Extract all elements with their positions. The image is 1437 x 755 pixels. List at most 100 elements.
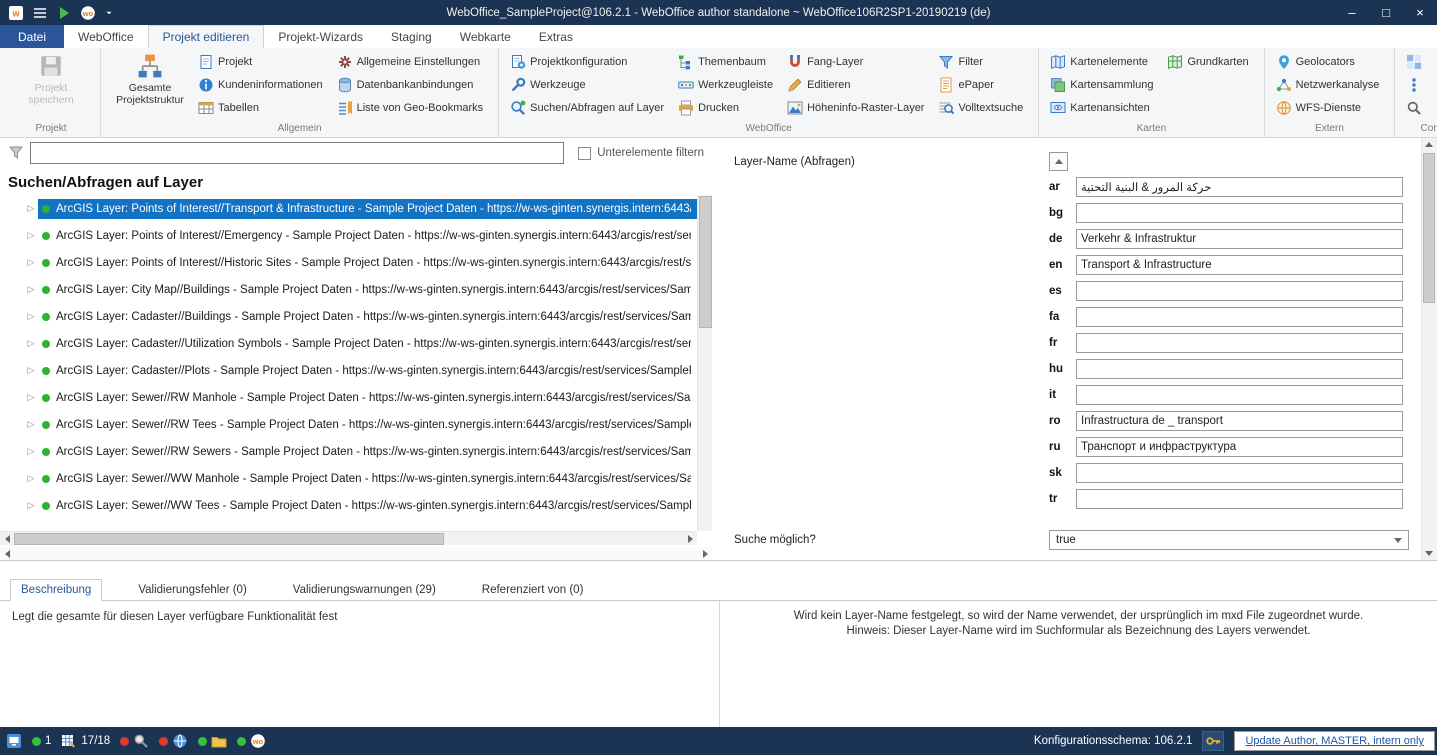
tree-item[interactable]: ▷ArcGIS Layer: Cadaster//Plots - Sample …	[0, 357, 697, 384]
ribbon-button-geolocators[interactable]: Geolocators	[1274, 50, 1386, 73]
tree-item[interactable]: ▷ArcGIS Layer: Cadaster//Utilization Sym…	[0, 330, 697, 357]
scroll-left-icon[interactable]	[0, 547, 14, 560]
language-input-bg[interactable]	[1076, 203, 1403, 223]
ribbon-button-themenbaum[interactable]: Themenbaum	[676, 50, 779, 73]
language-input-fr[interactable]	[1076, 333, 1403, 353]
expander-icon[interactable]: ▷	[24, 230, 38, 241]
ribbon-button-core-search[interactable]	[1404, 96, 1428, 119]
panel-hscrollbar[interactable]	[0, 547, 712, 560]
ribbon-button-kartenelemente[interactable]: Kartenelemente	[1048, 50, 1159, 73]
update-author-badge[interactable]: Update Author, MASTER, intern only	[1234, 731, 1435, 751]
ribbon-button-filter[interactable]: Filter	[936, 50, 1029, 73]
tree-item[interactable]: ▷ArcGIS Layer: Points of Interest//Emerg…	[0, 222, 697, 249]
ribbon-button-höheninfo-raster-layer[interactable]: Höheninfo-Raster-Layer	[785, 96, 930, 119]
ribbon-button-volltextsuche[interactable]: Volltextsuche	[936, 96, 1029, 119]
ribbon-button-allgemeine-einstellungen[interactable]: Allgemeine Einstellungen	[335, 50, 490, 73]
expander-icon[interactable]: ▷	[24, 500, 38, 511]
ribbon-button-projektkonfiguration[interactable]: Projektkonfiguration	[508, 50, 670, 73]
collapse-button[interactable]	[1049, 152, 1068, 171]
scroll-right-icon[interactable]	[698, 547, 712, 560]
ribbon-button-werkzeugleiste[interactable]: Werkzeugleiste	[676, 73, 779, 96]
expander-icon[interactable]: ▷	[24, 473, 38, 484]
language-input-tr[interactable]	[1076, 489, 1403, 509]
tab-webkarte[interactable]: Webkarte	[446, 25, 525, 48]
language-input-sk[interactable]	[1076, 463, 1403, 483]
tree-vscrollbar[interactable]	[697, 195, 712, 531]
language-input-hu[interactable]	[1076, 359, 1403, 379]
language-input-de[interactable]	[1076, 229, 1403, 249]
scroll-up-icon[interactable]	[1422, 138, 1436, 151]
scroll-right-icon[interactable]	[683, 532, 697, 545]
ribbon-button-netzwerkanalyse[interactable]: Netzwerkanalyse	[1274, 73, 1386, 96]
ribbon-button-editieren[interactable]: Editieren	[785, 73, 930, 96]
ribbon-button-kundeninformationen[interactable]: Kundeninformationen	[196, 73, 329, 96]
tab-weboffice[interactable]: WebOffice	[64, 25, 148, 48]
ribbon-button-datenbankanbindungen[interactable]: Datenbankanbindungen	[335, 73, 490, 96]
tab-projekt-editieren[interactable]: Projekt editieren	[148, 25, 265, 48]
ribbon-button-core-grid[interactable]	[1404, 50, 1428, 73]
tab-extras[interactable]: Extras	[525, 25, 587, 48]
expander-icon[interactable]: ▷	[24, 392, 38, 403]
ribbon-button-epaper[interactable]: ePaper	[936, 73, 1029, 96]
tree-item[interactable]: ▷ArcGIS Layer: Sewer//RW Tees - Sample P…	[0, 411, 697, 438]
bottom-tab-validierungsfehler-0[interactable]: Validierungsfehler (0)	[128, 580, 256, 600]
language-input-en[interactable]	[1076, 255, 1403, 275]
key-button[interactable]	[1202, 731, 1224, 751]
language-input-ar[interactable]	[1076, 177, 1403, 197]
close-button[interactable]: ×	[1403, 0, 1437, 25]
ribbon-button-suchen-abfragen-auf-layer[interactable]: Suchen/Abfragen auf Layer	[508, 96, 670, 119]
ribbon-button-drucken[interactable]: Drucken	[676, 96, 779, 119]
tree-item[interactable]: ▷ArcGIS Layer: Sewer//RW Sewers - Sample…	[0, 438, 697, 465]
expander-icon[interactable]: ▷	[24, 257, 38, 268]
tree-item[interactable]: ▷ArcGIS Layer: Points of Interest//Trans…	[0, 195, 697, 222]
tab-datei[interactable]: Datei	[0, 25, 64, 48]
properties-vscrollbar[interactable]	[1421, 138, 1437, 560]
language-input-es[interactable]	[1076, 281, 1403, 301]
panel-splitter[interactable]	[712, 138, 726, 560]
filter-input[interactable]	[30, 142, 564, 164]
bottom-splitter[interactable]	[0, 560, 1437, 575]
scroll-left-icon[interactable]	[0, 532, 14, 545]
bottom-tab-beschreibung[interactable]: Beschreibung	[10, 579, 102, 601]
search-possible-dropdown[interactable]: true	[1049, 530, 1409, 550]
tree-hscrollbar[interactable]	[0, 531, 697, 545]
expander-icon[interactable]: ▷	[24, 338, 38, 349]
tree-item[interactable]: ▷ArcGIS Layer: Points of Interest//Histo…	[0, 249, 697, 276]
ribbon-button-wfs-dienste[interactable]: WFS-Dienste	[1274, 96, 1386, 119]
minimize-button[interactable]: –	[1335, 0, 1369, 25]
tab-projekt-wizards[interactable]: Projekt-Wizards	[264, 25, 377, 48]
expander-icon[interactable]: ▷	[24, 446, 38, 457]
scrollbar-thumb[interactable]	[699, 196, 712, 328]
ribbon-button-werkzeuge[interactable]: Werkzeuge	[508, 73, 670, 96]
bottom-tab-referenziert-von-0[interactable]: Referenziert von (0)	[472, 580, 594, 600]
tab-staging[interactable]: Staging	[377, 25, 446, 48]
ribbon-button-core-dots[interactable]	[1404, 73, 1428, 96]
ribbon-button-fang-layer[interactable]: Fang-Layer	[785, 50, 930, 73]
language-input-ru[interactable]	[1076, 437, 1403, 457]
tree-item[interactable]: ▷ArcGIS Layer: Sewer//WW Tees - Sample P…	[0, 492, 697, 519]
ribbon-button-kartensammlung[interactable]: Kartensammlung	[1048, 73, 1159, 96]
ribbon-button-projekt[interactable]: Projekt	[196, 50, 329, 73]
bottom-tab-validierungswarnungen-29[interactable]: Validierungswarnungen (29)	[283, 580, 446, 600]
ribbon-button-tabellen[interactable]: Tabellen	[196, 96, 329, 119]
ribbon-button-kartenansichten[interactable]: Kartenansichten	[1048, 96, 1159, 119]
tree-item[interactable]: ▷ArcGIS Layer: City Map//Buildings - Sam…	[0, 276, 697, 303]
expander-icon[interactable]: ▷	[24, 311, 38, 322]
ribbon-button-grundkarten[interactable]: Grundkarten	[1165, 50, 1254, 73]
tree-item[interactable]: ▷ArcGIS Layer: Sewer//WW Manhole - Sampl…	[0, 465, 697, 492]
subelements-filter-checkbox[interactable]	[578, 147, 591, 160]
tree-item[interactable]: ▷ArcGIS Layer: Sewer//RW Manhole - Sampl…	[0, 384, 697, 411]
expander-icon[interactable]: ▷	[24, 203, 38, 214]
language-input-it[interactable]	[1076, 385, 1403, 405]
language-input-fa[interactable]	[1076, 307, 1403, 327]
scrollbar-thumb[interactable]	[14, 533, 444, 545]
expander-icon[interactable]: ▷	[24, 419, 38, 430]
ribbon-button-gesamte-projektstruktur[interactable]: Gesamte Projektstruktur	[110, 50, 190, 106]
ribbon-button-liste-von-geo-bookmarks[interactable]: Liste von Geo-Bookmarks	[335, 96, 490, 119]
scroll-down-icon[interactable]	[1422, 547, 1436, 560]
scrollbar-thumb[interactable]	[1423, 153, 1435, 303]
maximize-button[interactable]: □	[1369, 0, 1403, 25]
tree-item[interactable]: ▷ArcGIS Layer: Cadaster//Buildings - Sam…	[0, 303, 697, 330]
expander-icon[interactable]: ▷	[24, 284, 38, 295]
ribbon-button-projekt-speichern[interactable]: Projekt speichern	[11, 50, 91, 106]
